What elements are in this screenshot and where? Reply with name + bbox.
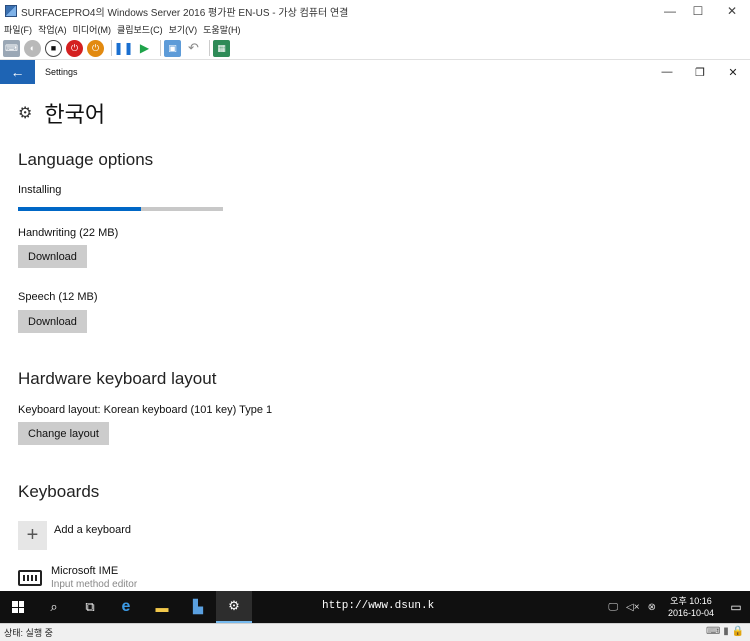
keyboard-layout-text: Keyboard layout: Korean keyboard (101 ke… [18, 404, 273, 416]
host-toolbar: ⌨ ◐ ■ ⏻ ⏻ ❚❚ ▶ ▣ ↶ ▦ [0, 37, 750, 59]
page-title: 한국어 [44, 103, 106, 128]
install-progress-bar [18, 207, 223, 211]
page-header: ⚙ 한국어 [18, 97, 105, 129]
volume-icon[interactable]: ◁× [626, 602, 640, 613]
action-center-icon[interactable]: ▭ [722, 591, 750, 623]
clock[interactable]: 오후 10:16 2016-10-04 [668, 595, 714, 619]
pause-icon[interactable]: ❚❚ [113, 40, 133, 57]
ime-status-icon[interactable]: ⊗ [648, 602, 656, 613]
add-keyboard-button[interactable]: + Add a keyboard [18, 521, 131, 550]
settings-close-button[interactable]: ✕ [716, 60, 750, 84]
settings-taskbar-icon[interactable]: ⚙ [216, 591, 252, 623]
settings-window-title: Settings [45, 67, 78, 77]
keyboard-icon [18, 570, 42, 586]
handwriting-download-button[interactable]: Download [18, 245, 87, 268]
gear-icon: ⚙ [18, 105, 33, 122]
save-state-icon[interactable]: ⏻ [87, 39, 104, 57]
menu-media[interactable]: 미디어(M) [73, 23, 111, 36]
system-tray: 🖵 ◁× ⊗ 오후 10:16 2016-10-04 ▭ [604, 591, 750, 623]
toolbar-divider [209, 40, 210, 56]
host-close-button[interactable]: ✕ [712, 0, 750, 22]
network-icon[interactable]: 🖵 [608, 602, 618, 613]
language-options-heading: Language options [18, 150, 154, 169]
windows-logo-icon [12, 601, 24, 613]
start-icon[interactable]: ◐ [24, 39, 41, 57]
install-progress-fill [18, 207, 141, 211]
enhanced-session-icon[interactable]: ▦ [213, 39, 230, 57]
revert-icon[interactable]: ↶ [185, 40, 202, 57]
menu-view[interactable]: 보기(V) [169, 23, 198, 36]
speech-label: Speech (12 MB) [18, 291, 98, 303]
menu-help[interactable]: 도움말(H) [203, 23, 240, 36]
keyboards-heading: Keyboards [18, 482, 100, 501]
resume-icon[interactable]: ▶ [136, 40, 153, 57]
menu-file[interactable]: 파일(F) [4, 23, 32, 36]
hardware-keyboard-heading: Hardware keyboard layout [18, 369, 217, 388]
back-button[interactable]: ← [0, 60, 35, 84]
clock-time: 오후 10:16 [670, 596, 712, 606]
installing-label: Installing [18, 184, 62, 196]
speech-download-button[interactable]: Download [18, 310, 87, 333]
file-explorer-icon[interactable]: ▬ [144, 591, 180, 623]
internet-explorer-icon[interactable]: e [108, 591, 144, 623]
vm-status-text: 상태: 실행 중 [4, 628, 53, 638]
host-window-title: SURFACEPRO4의 Windows Server 2016 평가판 EN-… [21, 7, 349, 19]
ime-name: Microsoft IME [51, 565, 119, 577]
taskbar: ⌕ ⧉ e ▬ ▙ ⚙ http://www.dsun.k 🖵 ◁× ⊗ 오후 … [0, 591, 750, 623]
host-menubar: 파일(F) 작업(A) 미디어(M) 클립보드(C) 보기(V) 도움말(H) [0, 22, 750, 37]
checkpoint-icon[interactable]: ▣ [164, 39, 181, 57]
change-layout-button[interactable]: Change layout [18, 422, 109, 445]
shutdown-icon[interactable]: ⏻ [66, 39, 83, 57]
ctrl-alt-del-icon[interactable]: ⌨ [3, 39, 20, 57]
menu-clipboard[interactable]: 클립보드(C) [117, 23, 163, 36]
ime-description: Input method editor [51, 579, 138, 590]
toolbar-divider [111, 40, 112, 56]
toolbar-divider [160, 40, 161, 56]
settings-minimize-button[interactable]: — [650, 60, 684, 84]
turn-off-icon[interactable]: ■ [45, 39, 62, 57]
task-view-icon[interactable]: ⧉ [72, 591, 108, 623]
vm-connection-icon [5, 5, 17, 17]
watermark-url: http://www.dsun.k [322, 600, 435, 612]
menu-action[interactable]: 작업(A) [38, 23, 67, 36]
host-statusbar: 상태: 실행 중 ⌨ ▮ 🔒 [0, 623, 750, 641]
start-button[interactable] [0, 591, 36, 623]
plus-icon: + [18, 521, 47, 550]
search-icon[interactable]: ⌕ [36, 591, 72, 623]
host-titlebar: SURFACEPRO4의 Windows Server 2016 평가판 EN-… [0, 0, 750, 22]
settings-restore-button[interactable]: ❐ [683, 60, 717, 84]
clock-date: 2016-10-04 [667, 608, 714, 618]
settings-window: ← Settings — ❐ ✕ ⚙ 한국어 Language options … [0, 59, 750, 591]
settings-titlebar: ← Settings — ❐ ✕ [0, 60, 750, 84]
status-device-icons: ⌨ ▮ 🔒 [706, 626, 744, 637]
microsoft-ime-item[interactable]: Microsoft IME Input method editor [18, 565, 137, 590]
server-manager-icon[interactable]: ▙ [180, 591, 216, 623]
add-keyboard-label: Add a keyboard [54, 524, 132, 536]
handwriting-label: Handwriting (22 MB) [18, 227, 119, 239]
